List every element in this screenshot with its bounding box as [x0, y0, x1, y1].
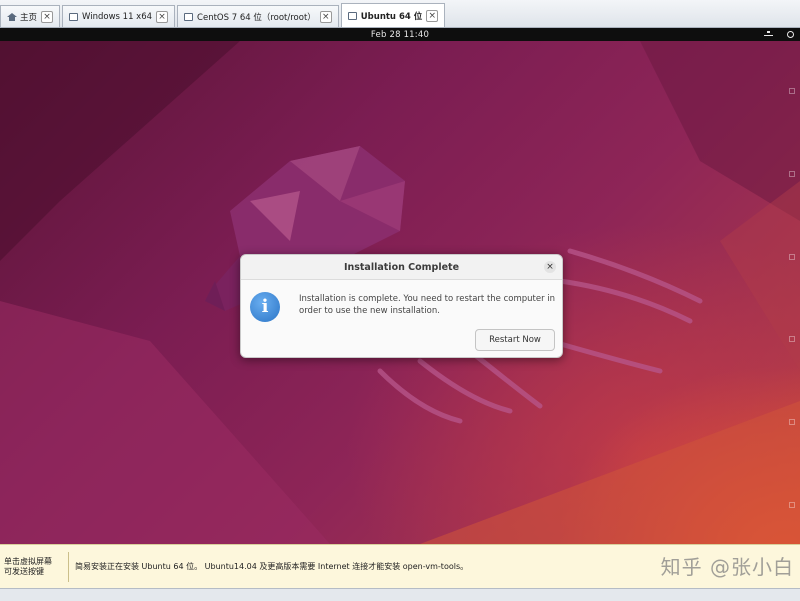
- hint-line: 可发送按键: [4, 566, 44, 576]
- dialog-message: Installation is complete. You need to re…: [299, 294, 556, 316]
- dialog-title: Installation Complete: [343, 261, 460, 273]
- dialog-header: Installation Complete ×: [241, 255, 562, 280]
- close-icon[interactable]: ×: [319, 10, 332, 23]
- vm-icon: [184, 12, 194, 21]
- grip-mark: [789, 170, 795, 177]
- grip-mark: [789, 88, 795, 94]
- hint-message: 简易安装正在安装 Ubuntu 64 位。 Ubuntu14.04 及更高版本需…: [75, 562, 469, 571]
- tab-home[interactable]: 主页 ×: [0, 5, 61, 27]
- close-icon[interactable]: ×: [156, 10, 169, 23]
- vm-screen[interactable]: Feb 28 11:40 Installation Complete × i I…: [0, 28, 800, 544]
- vm-icon: [69, 12, 79, 21]
- grip-mark: [789, 336, 795, 343]
- restart-now-button[interactable]: Restart Now: [475, 329, 555, 351]
- grip-mark: [789, 419, 795, 426]
- watermark: 知乎 @张小白: [660, 555, 794, 579]
- close-icon[interactable]: ×: [426, 9, 439, 22]
- tab-label: CentOS 7 64 位（root/root）: [197, 12, 316, 23]
- ubuntu-top-panel: Feb 28 11:40: [0, 28, 800, 41]
- hint-click-screen[interactable]: 单击虚拟屏幕 可发送按键: [0, 551, 69, 582]
- close-icon[interactable]: ×: [544, 261, 556, 273]
- vmware-tab-strip: 主页 × Windows 11 x64 × CentOS 7 64 位（root…: [0, 0, 800, 28]
- installation-complete-dialog: Installation Complete × i Installation i…: [240, 254, 563, 358]
- close-icon[interactable]: ×: [41, 10, 54, 23]
- system-tray[interactable]: [764, 28, 794, 41]
- clock[interactable]: Feb 28 11:40: [371, 30, 429, 40]
- power-icon[interactable]: [787, 31, 794, 38]
- vmware-hint-bar: 单击虚拟屏幕 可发送按键 简易安装正在安装 Ubuntu 64 位。 Ubunt…: [0, 544, 800, 588]
- grip-mark: [789, 501, 795, 508]
- tab-label: Ubuntu 64 位: [360, 11, 423, 22]
- tab-label: Windows 11 x64: [82, 11, 153, 22]
- tab-windows-11[interactable]: Windows 11 x64 ×: [62, 5, 176, 27]
- home-icon: [7, 12, 17, 21]
- tab-label: 主页: [20, 12, 38, 23]
- grip-mark: [789, 253, 795, 260]
- network-icon[interactable]: [764, 31, 773, 38]
- scroll-track: [788, 88, 796, 508]
- tab-ubuntu-64[interactable]: Ubuntu 64 位 ×: [340, 3, 446, 27]
- vm-icon: [347, 11, 357, 20]
- vmware-status-bar: [0, 588, 800, 601]
- info-icon: i: [250, 292, 280, 322]
- tab-centos-7[interactable]: CentOS 7 64 位（root/root） ×: [177, 5, 339, 27]
- hint-line: 单击虚拟屏幕: [4, 556, 52, 566]
